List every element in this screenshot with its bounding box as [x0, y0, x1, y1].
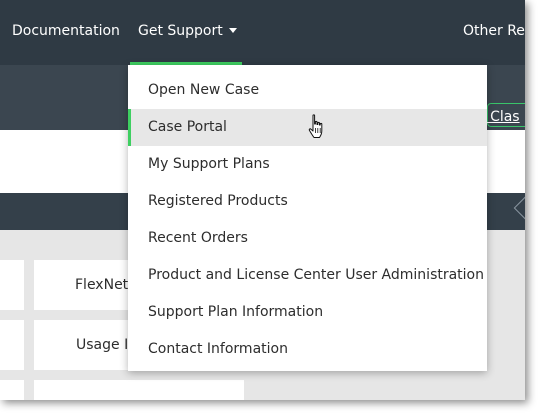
- nav-get-support-label: Get Support: [138, 23, 223, 39]
- hand-pointer-cursor-icon: [308, 114, 323, 138]
- nav-other-resources-link[interactable]: Other Re: [463, 23, 525, 39]
- chevron-down-icon: [228, 28, 237, 33]
- tile-left-2[interactable]: [0, 320, 24, 370]
- menu-item-contact-information[interactable]: Contact Information: [128, 331, 487, 368]
- tile-flexnet-label: FlexNet: [75, 277, 129, 293]
- menu-item-support-plan-information[interactable]: Support Plan Information: [128, 294, 487, 331]
- menu-item-product-license-center-admin[interactable]: Product and License Center User Administ…: [128, 257, 487, 294]
- top-navigation-bar: Documentation Get Support Other Re: [0, 0, 525, 65]
- browser-screenshot: Documentation Get Support Other Re e Cla…: [0, 0, 525, 400]
- tile-usage-label: Usage I: [76, 337, 129, 353]
- menu-item-my-support-plans[interactable]: My Support Plans: [128, 146, 487, 183]
- tile-flexnet[interactable]: FlexNet: [34, 260, 130, 310]
- nav-documentation-link[interactable]: Documentation: [12, 23, 120, 39]
- tile-usage[interactable]: Usage I: [34, 320, 130, 370]
- tile-left-3[interactable]: [0, 380, 24, 400]
- tile-left-1[interactable]: [0, 260, 24, 310]
- get-support-dropdown-menu: Open New Case Case Portal My Support Pla…: [128, 65, 487, 371]
- menu-item-recent-orders[interactable]: Recent Orders: [128, 220, 487, 257]
- tile-bottom[interactable]: [34, 380, 244, 400]
- menu-item-registered-products[interactable]: Registered Products: [128, 183, 487, 220]
- menu-item-open-new-case[interactable]: Open New Case: [128, 72, 487, 109]
- nav-get-support-link[interactable]: Get Support: [138, 23, 237, 39]
